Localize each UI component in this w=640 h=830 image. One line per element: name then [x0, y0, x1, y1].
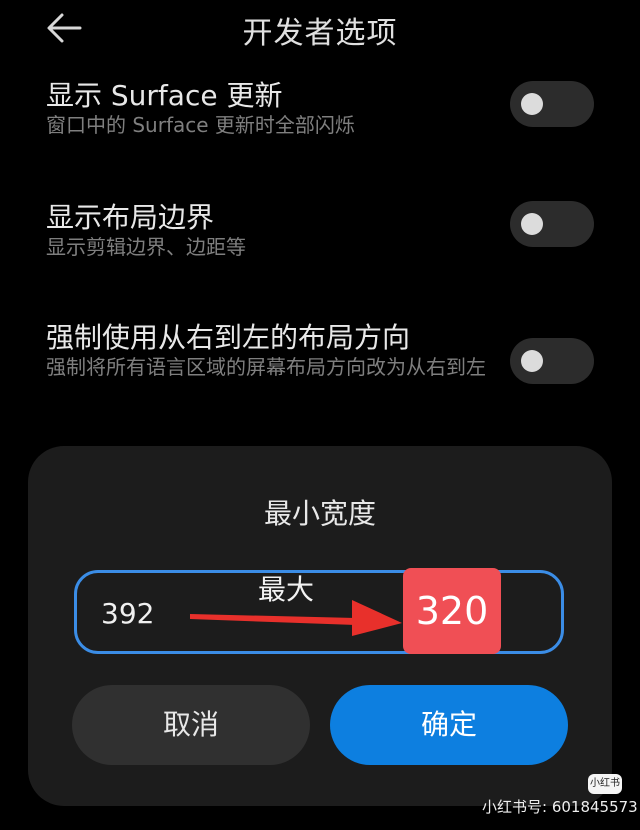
watermark-logo: 小红书 [588, 774, 622, 794]
toggle-knob [521, 350, 543, 372]
page-title: 开发者选项 [242, 16, 398, 51]
setting-row-force-rtl: 强制使用从右到左的布局方向 强制将所有语言区域的屏幕布局方向改为从右到左 [0, 312, 640, 422]
toggle-knob [521, 93, 543, 115]
setting-row-surface-updates: 显示 Surface 更新 窗口中的 Surface 更新时全部闪烁 [0, 68, 640, 178]
setting-title: 显示 Surface 更新 [46, 79, 283, 112]
input-value: 392 [101, 597, 155, 630]
setting-description: 窗口中的 Surface 更新时全部闪烁 [46, 113, 355, 137]
setting-title: 显示布局边界 [46, 201, 215, 234]
setting-description: 显示剪辑边界、边距等 [46, 235, 246, 259]
force-rtl-toggle[interactable] [510, 338, 594, 384]
annotation-new-value: 320 [403, 568, 501, 654]
arrow-right-icon [190, 600, 402, 636]
surface-updates-toggle[interactable] [510, 81, 594, 127]
dialog-title: 最小宽度 [263, 497, 376, 530]
toggle-knob [521, 213, 543, 235]
confirm-button[interactable]: 确定 [330, 685, 568, 765]
setting-description: 强制将所有语言区域的屏幕布局方向改为从右到左 [46, 355, 486, 379]
layout-bounds-toggle[interactable] [510, 201, 594, 247]
watermark-text: 小红书号: 601845573 [482, 798, 638, 816]
cancel-button[interactable]: 取消 [72, 685, 310, 765]
setting-row-layout-bounds: 显示布局边界 显示剪辑边界、边距等 [0, 190, 640, 280]
header: 开发者选项 [0, 0, 640, 60]
setting-title: 强制使用从右到左的布局方向 [46, 321, 411, 354]
